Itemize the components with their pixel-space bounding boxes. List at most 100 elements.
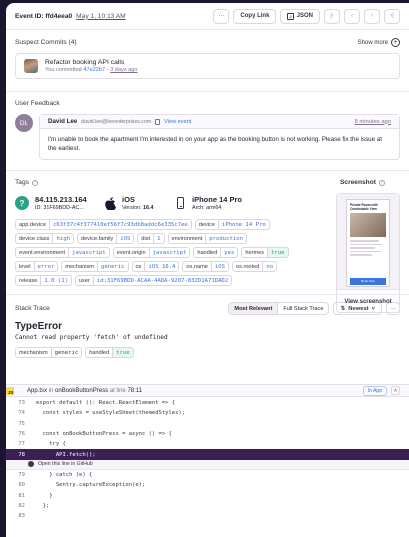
- summary-ip: 84.115.213.164: [35, 195, 87, 204]
- user-feedback-title: User Feedback: [15, 100, 60, 107]
- tags-section: Tags ? Screenshot ? ? 84.115.213.164 ID:…: [6, 171, 409, 313]
- screenshot-title[interactable]: Screenshot: [340, 179, 376, 186]
- phone-icon: [177, 197, 184, 209]
- commit-card[interactable]: Refactor booking API calls You committed…: [15, 53, 400, 79]
- tag-release[interactable]: release 1.0 (1): [15, 275, 72, 286]
- tag-app-device[interactable]: app.device c63f37c4f377410ef56f7c93db8add…: [15, 219, 192, 230]
- preview-book-button: Book Now: [350, 277, 386, 285]
- frame-header[interactable]: JS App.tsx in onBookButtonPress at line …: [6, 384, 409, 397]
- open-github-label: Open this line in GitHub: [38, 461, 93, 468]
- chevron-up-icon[interactable]: ˄: [391, 386, 400, 395]
- code-line: 82 };: [18, 502, 50, 509]
- event-date-link[interactable]: May 1, 10:13 AM: [76, 13, 125, 20]
- user-feedback-section: User Feedback DL David Lee david.lee@lee…: [6, 92, 409, 160]
- full-stack-tab[interactable]: Full Stack Trace: [277, 303, 328, 314]
- first-icon: |‹: [330, 13, 334, 19]
- user-name: David Lee: [48, 118, 78, 125]
- feedback-message: I'm unable to book the apartment I'm int…: [48, 136, 382, 152]
- show-more-button[interactable]: Show more +: [358, 38, 400, 47]
- view-event-link[interactable]: View event: [164, 119, 191, 125]
- tag-dist[interactable]: dist 1: [137, 233, 165, 244]
- error-type: TypeError: [15, 321, 63, 332]
- tag-os[interactable]: os iOS 16.4: [131, 261, 180, 272]
- commit-hash-link[interactable]: 47e22b7: [83, 67, 105, 73]
- code-line: 73 export default (): React.ReactElement …: [18, 400, 176, 407]
- open-github-link[interactable]: Open this line in GitHub: [6, 459, 409, 470]
- tag-mechanism[interactable]: mechanism generic: [61, 261, 129, 272]
- feedback-card: David Lee david.lee@leeenterprises.com V…: [39, 114, 400, 160]
- apple-icon: [105, 196, 116, 210]
- plus-circle-icon: +: [391, 38, 400, 47]
- javascript-icon: JS: [6, 386, 14, 395]
- next-event-button[interactable]: ›: [364, 8, 380, 24]
- code-line: 77 try {: [18, 441, 66, 448]
- frame-file: App.tsx: [27, 387, 48, 394]
- commit-title: Refactor booking API calls: [45, 59, 125, 66]
- highlighted-code-line: 78 API.fetch();: [6, 449, 409, 460]
- error-message: Cannot read property 'fetch' of undefine…: [15, 334, 168, 341]
- summary-user: ? 84.115.213.164 ID: 31F69BDD-AC...: [15, 195, 105, 211]
- tag-handled[interactable]: handled yes: [193, 247, 239, 258]
- copy-icon[interactable]: [155, 118, 161, 125]
- screenshot-card: Private Room with Comfortable View Book …: [336, 193, 400, 313]
- stack-frame: JS App.tsx in onBookButtonPress at line …: [6, 384, 409, 521]
- stack-view-toggle: Most Relevant Full Stack Trace: [228, 302, 330, 315]
- json-label: JSON: [296, 13, 313, 19]
- summary-os: iOS Version: 16.4: [105, 195, 177, 211]
- mechanism-tag: mechanism generic: [15, 347, 83, 358]
- help-icon: ?: [31, 179, 38, 186]
- json-icon: J: [287, 12, 294, 20]
- code-context: 73 export default (): React.ReactElement …: [6, 397, 409, 521]
- code-line: 81 }: [18, 492, 53, 499]
- screenshot-thumbnail[interactable]: Private Room with Comfortable View Book …: [337, 194, 399, 290]
- tag-event-environment[interactable]: event.environment javascript: [15, 247, 110, 258]
- last-event-button[interactable]: ›|: [384, 8, 400, 24]
- code-line: 76 const onBookButtonPress = async () =>…: [18, 431, 172, 438]
- handled-tag: handled true: [85, 347, 134, 358]
- commit-prefix: You committed: [45, 67, 82, 73]
- tag-hermes[interactable]: hermes true: [241, 247, 289, 258]
- tag-device-family[interactable]: device.family iOS: [76, 233, 135, 244]
- last-icon: ›|: [390, 13, 394, 19]
- code-line: 75: [18, 420, 25, 427]
- feedback-time: 8 minutes ago: [354, 118, 391, 125]
- tag-user[interactable]: user id:31F69BDD-ACAA-4ADA-9207-832D1A71D…: [74, 275, 233, 286]
- suspect-commits-section: Suspect Commits (4) Show more + Refactor…: [6, 30, 409, 79]
- user-avatar: DL: [15, 114, 33, 132]
- commit-age: 3 days ago: [110, 67, 138, 73]
- code-line: 74 const styles = useStyleSheet(themedSt…: [18, 410, 186, 417]
- event-details-panel: Event ID: ffd4eea0 May 1, 10:13 AM ··· C…: [6, 3, 409, 537]
- first-event-button[interactable]: |‹: [324, 8, 340, 24]
- user-email: david.lee@leeenterprises.com: [81, 118, 152, 125]
- most-relevant-tab[interactable]: Most Relevant: [229, 303, 278, 314]
- json-button[interactable]: J JSON: [280, 8, 320, 24]
- user-help-icon: ?: [15, 196, 29, 210]
- view-screenshot-button[interactable]: View screenshot: [337, 290, 399, 313]
- show-more-label: Show more: [357, 39, 388, 46]
- github-icon: [28, 461, 34, 468]
- code-line: 80 Sentry.captureException(e);: [18, 482, 146, 489]
- summary-device-name: iPhone 14 Pro: [192, 195, 243, 204]
- tag-os-name[interactable]: os.name iOS: [182, 261, 229, 272]
- chevron-left-icon: ‹: [351, 13, 353, 19]
- tag-event-origin[interactable]: event.origin javascript: [112, 247, 191, 258]
- stack-trace-title: Stack Trace: [15, 305, 50, 312]
- code-line: 79 } catch (e) {: [18, 471, 93, 478]
- preview-heading: Private Room with Comfortable View: [350, 203, 378, 211]
- tag-environment[interactable]: environment production: [167, 233, 247, 244]
- tag-level[interactable]: level error: [15, 261, 59, 272]
- suspect-commits-title: Suspect Commits (4): [15, 39, 77, 46]
- tag-device-class[interactable]: device.class high: [15, 233, 74, 244]
- summary-os-name: iOS: [122, 195, 135, 204]
- tag-os-rooted[interactable]: os.rooted no: [232, 261, 278, 272]
- tag-device[interactable]: device iPhone 14 Pro: [194, 219, 270, 230]
- in-app-badge: In App: [362, 385, 387, 396]
- code-line: 83: [18, 513, 25, 520]
- previous-event-button[interactable]: ‹: [344, 8, 360, 24]
- more-actions-button[interactable]: ···: [213, 8, 230, 24]
- help-icon: ?: [378, 179, 385, 186]
- chevron-right-icon: ›: [371, 13, 373, 19]
- committer-avatar: [24, 59, 38, 73]
- copy-link-button[interactable]: Copy Link: [233, 8, 277, 24]
- frame-function: onBookButtonPress: [55, 387, 109, 394]
